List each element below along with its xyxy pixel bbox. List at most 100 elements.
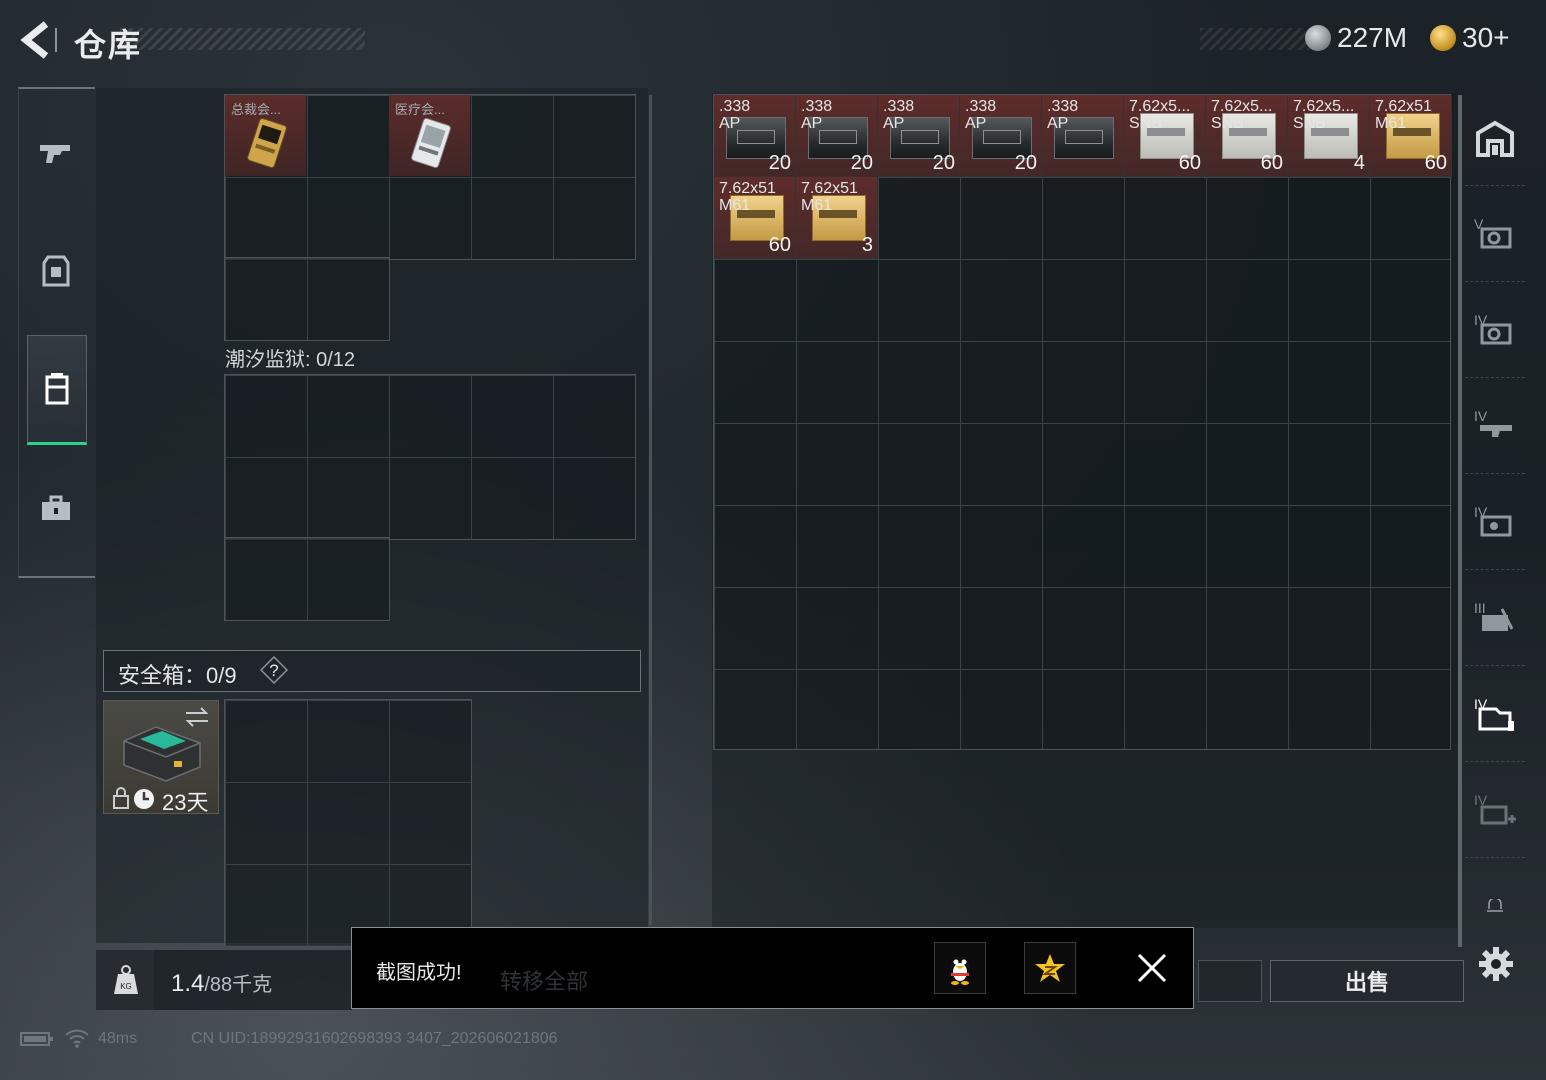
share-qq-button[interactable] bbox=[934, 942, 986, 994]
vest-icon bbox=[42, 255, 70, 287]
backpack-grid-extension[interactable] bbox=[224, 537, 390, 621]
storage-item-ammo[interactable]: .338 AP bbox=[1042, 95, 1124, 177]
iv-armor-icon: IV bbox=[1474, 312, 1512, 345]
pocket-grid-extension[interactable] bbox=[224, 257, 390, 341]
weight-current: 1.4 bbox=[171, 970, 205, 997]
storage-item-ammo[interactable]: .338 AP 20 bbox=[878, 95, 960, 177]
close-button[interactable] bbox=[1134, 950, 1170, 986]
ammo-name: .338 AP bbox=[719, 98, 751, 132]
medical-card-icon bbox=[411, 118, 451, 168]
settings-button[interactable] bbox=[1476, 944, 1516, 984]
nav-armor[interactable] bbox=[27, 221, 85, 321]
ammo-count: 20 bbox=[768, 152, 791, 174]
left-nav bbox=[18, 87, 95, 578]
back-arrow-icon bbox=[20, 21, 57, 59]
ammo-name: 7.62x5... SNB bbox=[1129, 98, 1191, 132]
collapse-handle[interactable] bbox=[1485, 897, 1505, 918]
gold-coin-icon bbox=[1430, 25, 1456, 51]
ammo-count: 60 bbox=[1178, 152, 1201, 174]
lock-icon bbox=[113, 787, 129, 809]
ammo-count: 3 bbox=[861, 234, 873, 256]
filter-iv-container[interactable]: IV bbox=[1465, 669, 1525, 762]
storage-item-ammo[interactable]: .338 AP 20 bbox=[714, 95, 796, 177]
storage-item-ammo[interactable]: 7.62x51 M61 3 bbox=[796, 177, 878, 259]
filter-iii-tools[interactable]: III bbox=[1465, 573, 1525, 666]
iv-weapon-icon: IV bbox=[1474, 408, 1512, 437]
gold-amount: 30+ bbox=[1462, 22, 1510, 53]
item-label: 医疗会... bbox=[395, 102, 445, 117]
qzone-star-icon bbox=[1035, 954, 1065, 982]
safebox-item[interactable]: 23天 bbox=[103, 700, 219, 815]
back-button[interactable] bbox=[16, 18, 60, 62]
svg-text:KG: KG bbox=[120, 982, 132, 991]
filter-iv-medical[interactable]: IV bbox=[1465, 765, 1525, 858]
weight-icon-box: KG bbox=[96, 950, 154, 1010]
collapse-icon bbox=[1487, 897, 1503, 912]
ping-value: 48ms bbox=[98, 1030, 138, 1047]
ammo-count: 60 bbox=[1260, 152, 1283, 174]
storage-item-ammo[interactable]: 7.62x51 M61 60 bbox=[714, 177, 796, 259]
help-icon[interactable]: ? bbox=[260, 656, 288, 684]
item-label: 总裁会... bbox=[231, 102, 281, 117]
sell-button[interactable]: 出售 bbox=[1270, 960, 1464, 1002]
ammo-name: .338 AP bbox=[801, 98, 833, 132]
currency-decoration bbox=[1200, 28, 1310, 50]
ammo-name: 7.62x5... SNB bbox=[1293, 98, 1355, 132]
backpack-grid[interactable] bbox=[224, 374, 636, 540]
item-slot-gold-card[interactable]: 总裁会... bbox=[225, 95, 306, 176]
storage-item-ammo[interactable]: 7.62x5... SNB 4 bbox=[1288, 95, 1370, 177]
wifi-icon bbox=[65, 1029, 90, 1048]
user-uid: CN UID:18992931602698393 3407_2026060218… bbox=[191, 1030, 558, 1047]
share-qzone-button[interactable] bbox=[1024, 942, 1076, 994]
sort-button[interactable] bbox=[1198, 960, 1262, 1002]
iii-tools-icon: III bbox=[1474, 600, 1514, 631]
iv-medical-icon: IV bbox=[1474, 792, 1516, 825]
safebox-grid[interactable] bbox=[224, 699, 472, 947]
iv-gear-icon: IV bbox=[1474, 504, 1512, 537]
weight-indicator: KG 1.4/88千克 bbox=[96, 950, 352, 1010]
weight-value: 1.4/88千克 bbox=[171, 968, 272, 998]
filter-iv-armor[interactable]: IV bbox=[1465, 285, 1525, 378]
nav-storage[interactable] bbox=[27, 335, 87, 445]
ammo-name: 7.62x51 M61 bbox=[1375, 98, 1432, 132]
ammo-count: 20 bbox=[850, 152, 873, 174]
device-status bbox=[20, 1028, 90, 1053]
backpack-icon bbox=[45, 373, 69, 405]
battery-icon bbox=[20, 1032, 53, 1046]
ammo-name: 7.62x51 M61 bbox=[801, 180, 858, 214]
clock-icon bbox=[134, 789, 154, 809]
transfer-all-label: 转移全部 bbox=[500, 969, 589, 994]
toolbox-icon bbox=[42, 495, 70, 520]
storage-item-ammo[interactable]: 7.62x51 M61 60 bbox=[1370, 95, 1452, 177]
ammo-count: 20 bbox=[1014, 152, 1037, 174]
header-decoration bbox=[120, 28, 365, 50]
ammo-name: .338 AP bbox=[1047, 98, 1079, 132]
ammo-name: .338 AP bbox=[965, 98, 997, 132]
storage-scrollbar[interactable] bbox=[1458, 95, 1462, 947]
filter-v-armor[interactable]: V bbox=[1465, 189, 1525, 282]
gear-icon bbox=[1479, 947, 1513, 981]
safebox-label: 安全箱：0/9 bbox=[118, 663, 237, 688]
storage-items: .338 AP 20.338 AP 20.338 AP 20.338 AP 20.338… bbox=[714, 95, 1452, 259]
nav-toolbox[interactable] bbox=[27, 459, 85, 559]
nav-weapons[interactable] bbox=[27, 103, 85, 203]
filter-iv-gear[interactable]: IV bbox=[1465, 477, 1525, 570]
safebox-days: 23天 bbox=[162, 790, 209, 815]
filter-all[interactable] bbox=[1465, 93, 1525, 186]
left-scrollbar[interactable] bbox=[649, 95, 652, 925]
gold-currency[interactable]: 30+ bbox=[1430, 20, 1510, 56]
silver-currency[interactable]: 227M bbox=[1305, 20, 1407, 56]
toast-message: 截图成功! bbox=[376, 962, 462, 984]
v-armor-icon: V bbox=[1474, 216, 1512, 249]
tidal-prison-label: 潮汐监狱: 0/12 bbox=[225, 349, 356, 371]
secure-container-icon bbox=[123, 726, 201, 782]
filter-iv-weapon[interactable]: IV bbox=[1465, 381, 1525, 474]
item-slot-medical-card[interactable]: 医疗会... bbox=[389, 95, 470, 176]
storage-item-ammo[interactable]: .338 AP 20 bbox=[796, 95, 878, 177]
ammo-name: 7.62x51 M61 bbox=[719, 180, 776, 214]
storage-item-ammo[interactable]: .338 AP 20 bbox=[960, 95, 1042, 177]
storage-item-ammo[interactable]: 7.62x5... SNB 60 bbox=[1206, 95, 1288, 177]
close-icon bbox=[1137, 953, 1167, 983]
ammo-count: 60 bbox=[768, 234, 791, 256]
storage-item-ammo[interactable]: 7.62x5... SNB 60 bbox=[1124, 95, 1206, 177]
